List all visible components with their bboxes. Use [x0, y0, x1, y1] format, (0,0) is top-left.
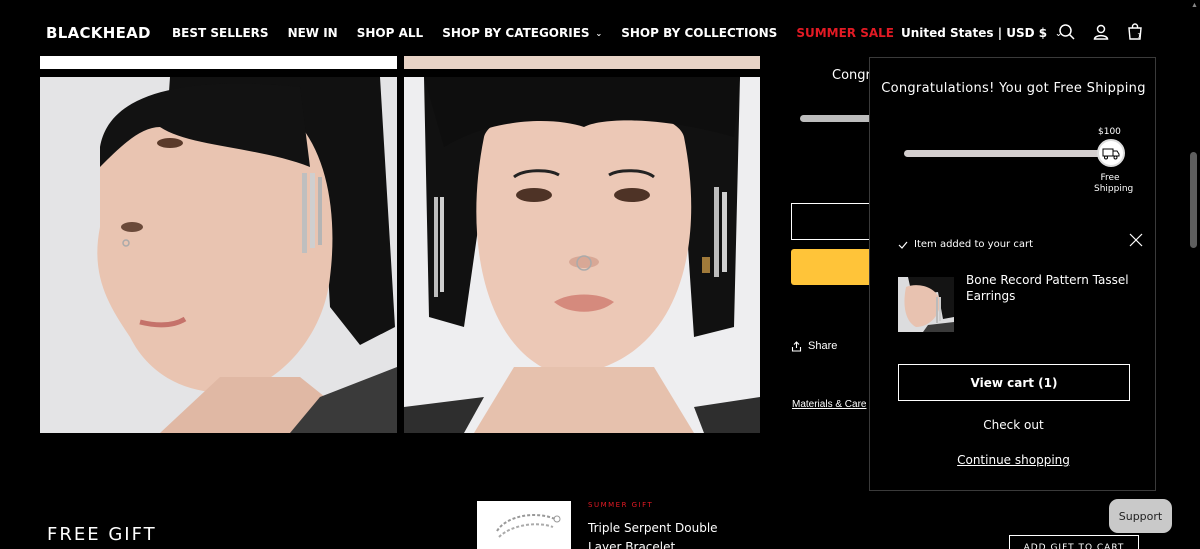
nav-best-sellers[interactable]: BEST SELLERS	[172, 26, 269, 40]
item-added-message: Item added to your cart	[898, 239, 1033, 250]
free-gift-heading: FREE GIFT	[47, 524, 157, 545]
view-cart-button[interactable]: View cart (1)	[898, 364, 1130, 401]
scrollbar-up-arrow[interactable]: ▲	[1191, 2, 1198, 9]
free-shipping-banner: Congr	[832, 68, 871, 83]
cart-item-name: Bone Record Pattern Tassel Earrings	[966, 273, 1129, 303]
share-button[interactable]: Share	[791, 340, 837, 352]
share-icon	[791, 340, 802, 352]
gallery-image-top-left	[40, 56, 397, 69]
main-nav: BEST SELLERS NEW IN SHOP ALL SHOP BY CAT…	[172, 26, 913, 40]
site-header: BLACKHEAD BEST SELLERS NEW IN SHOP ALL S…	[0, 0, 1200, 64]
free-shipping-message: Congratulations! You got Free Shipping	[881, 81, 1146, 96]
materials-care-link[interactable]: Materials & Care	[792, 399, 866, 410]
cart-icon[interactable]: 1	[1125, 22, 1145, 42]
continue-shopping-link[interactable]: Continue shopping	[870, 453, 1157, 467]
cart-count: 1	[1137, 33, 1141, 40]
cart-item-thumbnail	[898, 277, 954, 332]
page-scrollbar[interactable]	[1190, 152, 1197, 248]
gift-tag: SUMMER GIFT	[588, 501, 654, 509]
cart-notification-drawer: Congratulations! You got Free Shipping $…	[869, 57, 1156, 491]
checkmark-icon	[898, 241, 908, 249]
nav-shop-by-collections[interactable]: SHOP BY COLLECTIONS	[621, 26, 777, 40]
gift-product-image	[477, 501, 571, 549]
share-label: Share	[808, 340, 838, 352]
add-to-cart-button[interactable]	[791, 203, 881, 240]
product-photo-front[interactable]	[404, 77, 760, 433]
site-logo[interactable]: BLACKHEAD	[46, 24, 151, 42]
free-shipping-label: Free Shipping	[1094, 173, 1134, 194]
close-icon[interactable]	[1128, 232, 1144, 248]
chevron-down-icon: ⌄	[595, 28, 603, 38]
free-shipping-truck-icon	[1097, 139, 1125, 167]
free-shipping-progress-bar	[904, 150, 1110, 157]
paypal-button[interactable]	[791, 249, 881, 285]
free-shipping-progress-bg	[800, 115, 880, 122]
model-front-illustration	[404, 77, 760, 433]
region-currency-selector[interactable]: United States | USD $ ⌄	[901, 26, 1062, 40]
nav-summer-sale[interactable]: SUMMER SALE	[796, 26, 894, 40]
add-gift-to-cart-button[interactable]: ADD GIFT TO CART	[1009, 535, 1139, 549]
bracelet-illustration	[477, 501, 571, 549]
item-added-text: Item added to your cart	[914, 239, 1033, 250]
support-chat-button[interactable]: Support	[1109, 499, 1172, 533]
product-photo-side[interactable]	[40, 77, 397, 433]
nav-new-in[interactable]: NEW IN	[288, 26, 338, 40]
gallery-image-top-right	[404, 56, 760, 69]
nav-shop-all[interactable]: SHOP ALL	[357, 26, 423, 40]
checkout-button[interactable]: Check out	[870, 418, 1157, 432]
search-icon[interactable]	[1057, 22, 1077, 42]
nav-shop-by-categories[interactable]: SHOP BY CATEGORIES ⌄	[442, 26, 602, 40]
free-shipping-threshold: $100	[1098, 127, 1121, 137]
model-side-illustration	[40, 77, 397, 433]
account-icon[interactable]	[1091, 22, 1111, 42]
gift-product-name: Triple Serpent Double Layer Bracelet	[588, 521, 718, 549]
